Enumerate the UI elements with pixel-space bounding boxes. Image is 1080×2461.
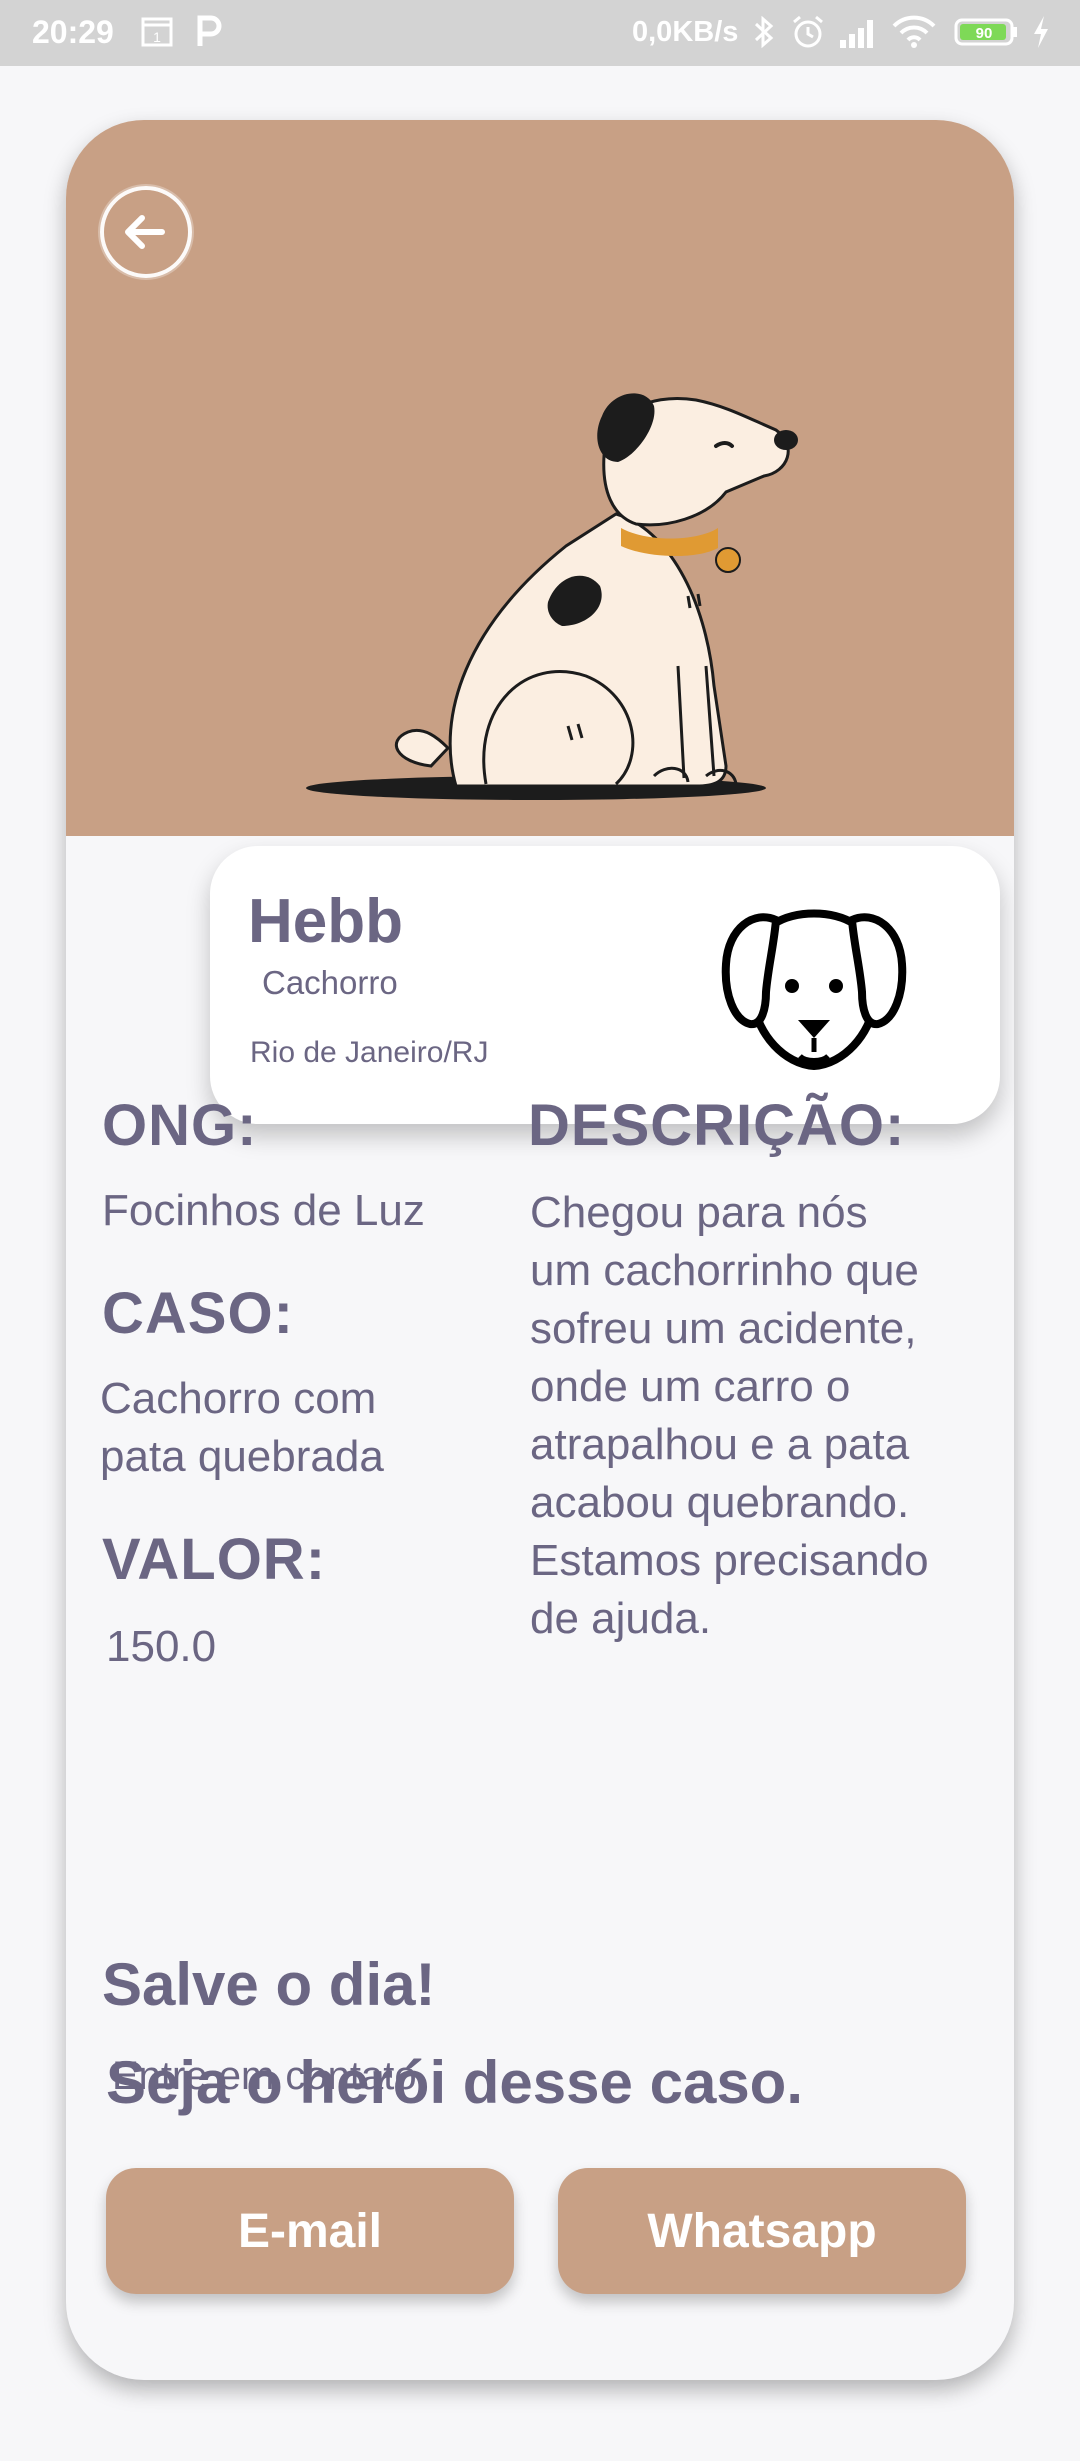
parking-icon: [194, 14, 224, 55]
arrow-left-icon: [98, 184, 194, 280]
whatsapp-button[interactable]: Whatsapp: [558, 2168, 966, 2294]
pet-info-card: Hebb Cachorro Rio de Janeiro/RJ: [210, 846, 1000, 1124]
pet-name: Hebb: [248, 887, 403, 956]
cta-title: Salve o dia!: [102, 1951, 436, 2018]
descricao-line: atrapalhou e a pata: [530, 1420, 910, 1469]
ong-value: Focinhos de Luz: [102, 1186, 425, 1235]
dog-illustration: [286, 296, 806, 811]
caso-value: Cachorro com pata quebrada: [100, 1370, 384, 1486]
wifi-icon: [892, 14, 936, 55]
descricao-line: acabou quebrando.: [530, 1478, 910, 1527]
network-speed: 0,0KB/s: [632, 16, 739, 48]
svg-text:1: 1: [153, 29, 161, 45]
pet-detail-card: Hebb Cachorro Rio de Janeiro/RJ ONG: Foc…: [66, 120, 1014, 2380]
descricao-text: Chegou para nós um cachorrinho que sofre…: [530, 1184, 1000, 1648]
valor-label: VALOR:: [102, 1527, 327, 1592]
caso-label: CASO:: [102, 1281, 294, 1346]
caso-value-line2: pata quebrada: [100, 1432, 384, 1481]
pet-species: Cachorro: [262, 964, 398, 1001]
descricao-line: de ajuda.: [530, 1594, 712, 1643]
signal-icon: [838, 14, 880, 55]
descricao-line: onde um carro o: [530, 1362, 851, 1411]
battery-icon: 90: [954, 14, 1018, 55]
status-time: 20:29: [32, 14, 114, 50]
descricao-line: um cachorrinho que: [530, 1246, 919, 1295]
dog-face-icon: [714, 884, 914, 1089]
email-button[interactable]: E-mail: [106, 2168, 514, 2294]
bluetooth-icon: [752, 14, 776, 55]
hero-banner: [66, 120, 1014, 836]
descricao-line: sofreu um acidente,: [530, 1304, 917, 1353]
charging-icon: [1030, 14, 1052, 55]
alarm-icon: [790, 14, 826, 55]
valor-value: 150.0: [106, 1622, 217, 1671]
ong-label: ONG:: [102, 1093, 258, 1158]
descricao-line: Estamos precisando: [530, 1536, 929, 1585]
back-button[interactable]: [98, 184, 194, 280]
calendar-icon: 1: [140, 14, 174, 53]
descricao-line: Chegou para nós: [530, 1188, 868, 1237]
svg-text:90: 90: [976, 25, 993, 42]
status-bar: 20:29 1 0,0KB/s 90: [0, 0, 1080, 66]
pet-location: Rio de Janeiro/RJ: [250, 1036, 489, 1069]
descricao-label: DESCRIÇÃO:: [528, 1093, 906, 1158]
caso-value-line1: Cachorro com: [100, 1374, 377, 1423]
contact-text: Entre em contato: [112, 2054, 417, 2098]
